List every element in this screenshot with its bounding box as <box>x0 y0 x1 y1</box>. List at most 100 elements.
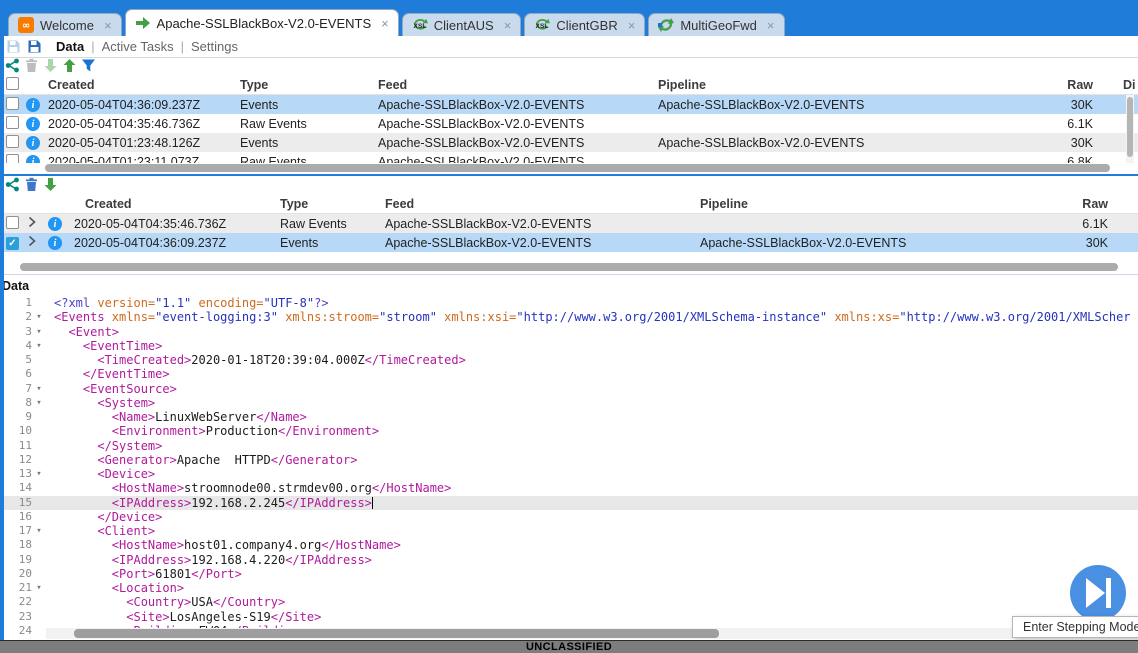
fold-toggle-icon[interactable]: ▾ <box>32 581 46 595</box>
code-line[interactable]: 16 </Device> <box>0 510 1138 524</box>
tab-close-icon[interactable]: × <box>504 18 512 33</box>
code-token: <Name> <box>54 410 155 424</box>
code-token: <IPAddress> <box>54 553 191 567</box>
fold-toggle-icon[interactable]: ▾ <box>32 339 46 353</box>
table-row[interactable]: i2020-05-04T04:35:46.736ZRaw EventsApach… <box>0 214 1138 233</box>
code-content: <Client> <box>46 524 155 538</box>
column-header-feed: Feed <box>378 78 658 92</box>
tab-multigeofwd[interactable]: MultiGeoFwd× <box>648 13 784 36</box>
code-line[interactable]: 5 <TimeCreated>2020-01-18T20:39:04.000Z<… <box>0 353 1138 367</box>
table-row[interactable]: i2020-05-04T04:36:09.237ZEventsApache-SS… <box>0 95 1138 114</box>
xml-editor[interactable]: 1<?xml version="1.1" encoding="UTF-8"?>2… <box>0 296 1138 640</box>
table-row[interactable]: i2020-05-04T01:23:48.126ZEventsApache-SS… <box>0 133 1138 152</box>
code-line[interactable]: 21▾ <Location> <box>0 581 1138 595</box>
code-line[interactable]: 7▾ <EventSource> <box>0 382 1138 396</box>
cell-raw: 30K <box>1000 98 1093 112</box>
tab-apache-sslblackbox-v2-0-events[interactable]: Apache-SSLBlackBox-V2.0-EVENTS× <box>125 9 399 36</box>
code-line[interactable]: 19 <IPAddress>192.168.4.220</IPAddress> <box>0 553 1138 567</box>
upload-icon[interactable] <box>62 58 77 73</box>
filter-icon[interactable] <box>81 58 96 73</box>
expand-row-icon[interactable] <box>26 235 38 247</box>
fold-spacer <box>32 353 46 367</box>
delete-icon[interactable] <box>24 177 39 192</box>
code-line[interactable]: 10 <Environment>Production</Environment> <box>0 424 1138 438</box>
process-icon[interactable] <box>5 58 20 73</box>
code-line[interactable]: 22 <Country>USA</Country> <box>0 595 1138 609</box>
code-line[interactable]: 6 </EventTime> <box>0 367 1138 381</box>
panel-splitter[interactable] <box>0 174 1138 176</box>
download-icon[interactable] <box>43 177 58 192</box>
cell-expander <box>26 235 48 250</box>
info-icon[interactable]: i <box>48 236 62 250</box>
line-number: 14 <box>2 481 32 495</box>
code-token: LosAngeles-S19 <box>170 610 271 624</box>
tab-welcome[interactable]: ∞Welcome× <box>8 13 122 36</box>
row-checkbox[interactable] <box>6 216 19 229</box>
stream-table-horizontal-scrollbar[interactable] <box>0 163 1138 173</box>
fold-spacer <box>32 595 46 609</box>
row-checkbox[interactable] <box>6 135 19 148</box>
expand-row-icon[interactable] <box>26 216 38 228</box>
row-checkbox[interactable]: ✓ <box>6 237 19 250</box>
code-line[interactable]: 23 <Site>LosAngeles-S19</Site> <box>0 610 1138 624</box>
tab-clientaus[interactable]: XSLClientAUS× <box>402 13 522 36</box>
table-row[interactable]: ✓i2020-05-04T04:36:09.237ZEventsApache-S… <box>0 233 1138 252</box>
row-checkbox[interactable] <box>6 116 19 129</box>
stream-table-vertical-scrollbar[interactable] <box>1126 95 1134 163</box>
menu-item-data[interactable]: Data <box>56 39 84 54</box>
delete-icon[interactable] <box>24 58 39 73</box>
window-left-border <box>0 36 4 640</box>
code-line[interactable]: 15 <IPAddress>192.168.2.245</IPAddress> <box>0 496 1138 510</box>
line-number: 6 <box>2 367 32 381</box>
code-line[interactable]: 1<?xml version="1.1" encoding="UTF-8"?> <box>0 296 1138 310</box>
select-all-checkbox[interactable] <box>6 77 19 90</box>
tab-clientgbr[interactable]: XSLClientGBR× <box>524 13 645 36</box>
line-number: 5 <box>2 353 32 367</box>
menu-item-active-tasks[interactable]: Active Tasks <box>102 39 174 54</box>
tab-close-icon[interactable]: × <box>628 18 636 33</box>
code-line[interactable]: 18 <HostName>host01.company4.org</HostNa… <box>0 538 1138 552</box>
info-icon[interactable]: i <box>26 117 40 131</box>
line-number: 4 <box>2 339 32 353</box>
code-line[interactable]: 13▾ <Device> <box>0 467 1138 481</box>
fold-toggle-icon[interactable]: ▾ <box>32 310 46 324</box>
table-row[interactable]: i2020-05-04T01:23:11.073ZRaw EventsApach… <box>0 152 1138 163</box>
enter-stepping-mode-button[interactable] <box>1069 564 1127 622</box>
row-checkbox[interactable] <box>6 97 19 110</box>
code-line[interactable]: 3▾ <Event> <box>0 325 1138 339</box>
code-line[interactable]: 11 </System> <box>0 439 1138 453</box>
row-checkbox[interactable] <box>6 154 19 164</box>
code-line[interactable]: 4▾ <EventTime> <box>0 339 1138 353</box>
code-line[interactable]: 17▾ <Client> <box>0 524 1138 538</box>
cell-raw: 6.1K <box>1060 217 1108 231</box>
editor-horizontal-scrollbar[interactable] <box>46 628 1012 639</box>
fold-toggle-icon[interactable]: ▾ <box>32 467 46 481</box>
info-icon[interactable]: i <box>48 217 62 231</box>
tab-close-icon[interactable]: × <box>381 16 389 31</box>
menu-item-settings[interactable]: Settings <box>191 39 238 54</box>
fold-toggle-icon[interactable]: ▾ <box>32 396 46 410</box>
info-icon[interactable]: i <box>26 136 40 150</box>
table-row[interactable]: i2020-05-04T04:35:46.736ZRaw EventsApach… <box>0 114 1138 133</box>
line-number: 20 <box>2 567 32 581</box>
code-line[interactable]: 14 <HostName>stroomnode00.strmdev00.org<… <box>0 481 1138 495</box>
info-icon[interactable]: i <box>26 98 40 112</box>
save-icon[interactable] <box>6 39 21 54</box>
tab-close-icon[interactable]: × <box>767 18 775 33</box>
fold-toggle-icon[interactable]: ▾ <box>32 382 46 396</box>
code-line[interactable]: 9 <Name>LinuxWebServer</Name> <box>0 410 1138 424</box>
fold-toggle-icon[interactable]: ▾ <box>32 325 46 339</box>
code-line[interactable]: 8▾ <System> <box>0 396 1138 410</box>
code-line[interactable]: 2▾<Events xmlns="event-logging:3" xmlns:… <box>0 310 1138 324</box>
code-line[interactable]: 12 <Generator>Apache HTTPD</Generator> <box>0 453 1138 467</box>
process-icon[interactable] <box>5 177 20 192</box>
related-table-horizontal-scrollbar[interactable] <box>0 262 1138 272</box>
download-icon[interactable] <box>43 58 58 73</box>
tab-close-icon[interactable]: × <box>104 18 112 33</box>
code-line[interactable]: 20 <Port>61801</Port> <box>0 567 1138 581</box>
stream-list-toolbar: 1 to 6 of 6 <box>0 58 1138 76</box>
info-icon[interactable]: i <box>26 155 40 163</box>
fold-toggle-icon[interactable]: ▾ <box>32 524 46 538</box>
save-all-icon[interactable] <box>27 39 42 54</box>
line-number: 21 <box>2 581 32 595</box>
